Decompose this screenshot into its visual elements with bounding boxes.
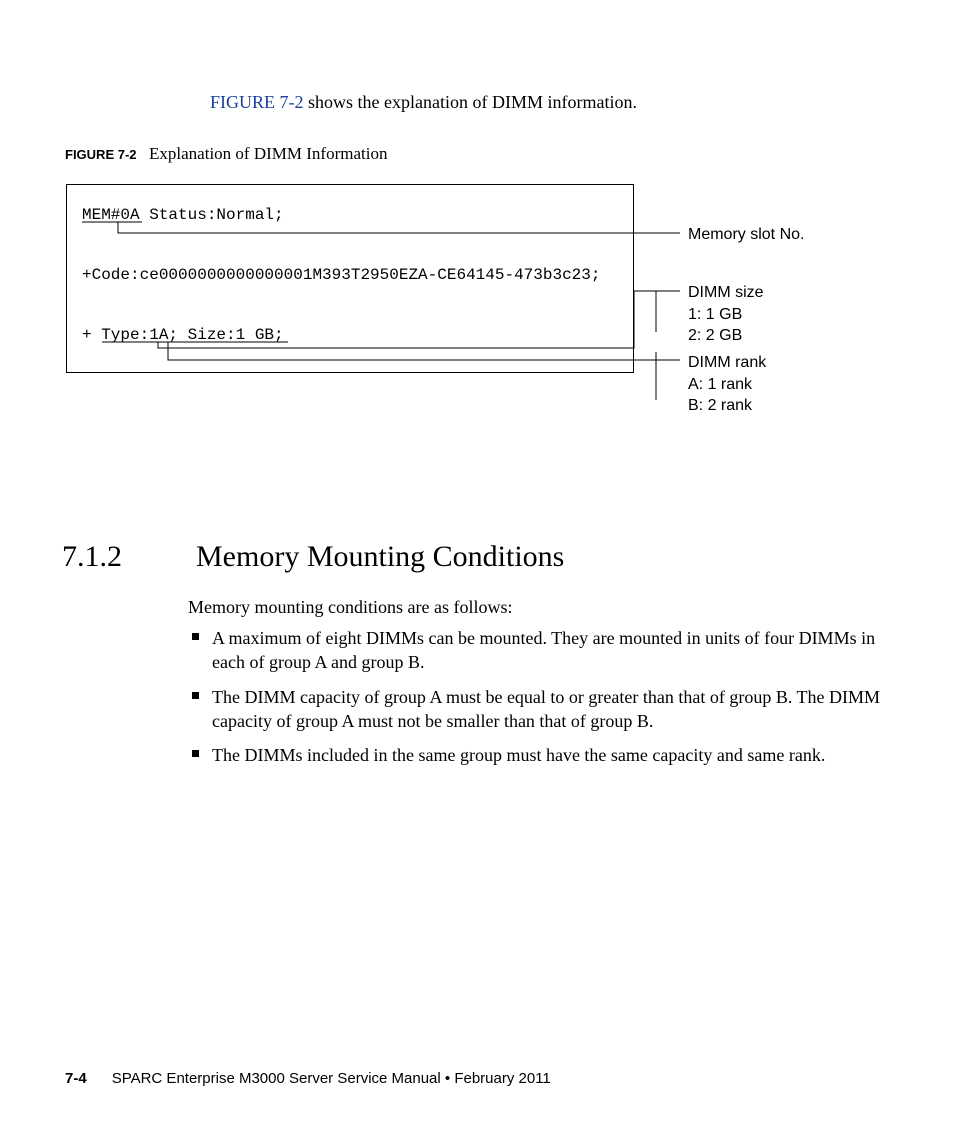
page: FIGURE 7-2 shows the explanation of DIMM…: [0, 0, 954, 1145]
code-line-2: +Code:ce0000000000000001M393T2950EZA-CE6…: [82, 266, 600, 284]
section-heading: 7.1.2 Memory Mounting Conditions: [62, 540, 892, 574]
list-item-text: The DIMMs included in the same group mus…: [212, 745, 825, 765]
list-item: The DIMMs included in the same group mus…: [188, 743, 888, 767]
section-intro: Memory mounting conditions are as follow…: [188, 595, 888, 619]
footer: 7-4 SPARC Enterprise M3000 Server Servic…: [65, 1070, 551, 1087]
intro-line: FIGURE 7-2 shows the explanation of DIMM…: [210, 92, 637, 113]
callout-dimm-rank: DIMM rank A: 1 rank B: 2 rank: [688, 352, 766, 417]
list-item-text: A maximum of eight DIMMs can be mounted.…: [212, 628, 875, 672]
figure-caption: FIGURE 7-2 Explanation of DIMM Informati…: [65, 144, 387, 164]
code-line-1: MEM#0A Status:Normal;: [82, 206, 284, 224]
callout-memory-slot: Memory slot No.: [688, 224, 804, 246]
code-line-3: + Type:1A; Size:1 GB;: [82, 326, 284, 344]
footer-title: SPARC Enterprise M3000 Server Service Ma…: [112, 1070, 551, 1087]
list-item: The DIMM capacity of group A must be equ…: [188, 685, 888, 734]
footer-page-number: 7-4: [65, 1070, 87, 1087]
figure-caption-text: Explanation of DIMM Information: [149, 144, 387, 163]
intro-rest: shows the explanation of DIMM informatio…: [304, 92, 637, 112]
callout-dimm-size: DIMM size 1: 1 GB 2: 2 GB: [688, 282, 764, 347]
figure-caption-label: FIGURE 7-2: [65, 147, 137, 162]
section-title: Memory Mounting Conditions: [196, 540, 564, 574]
section-number: 7.1.2: [62, 540, 122, 574]
list-item: A maximum of eight DIMMs can be mounted.…: [188, 626, 888, 675]
bullet-list: A maximum of eight DIMMs can be mounted.…: [188, 626, 888, 777]
list-item-text: The DIMM capacity of group A must be equ…: [212, 687, 880, 731]
figure-link[interactable]: FIGURE 7-2: [210, 92, 304, 112]
